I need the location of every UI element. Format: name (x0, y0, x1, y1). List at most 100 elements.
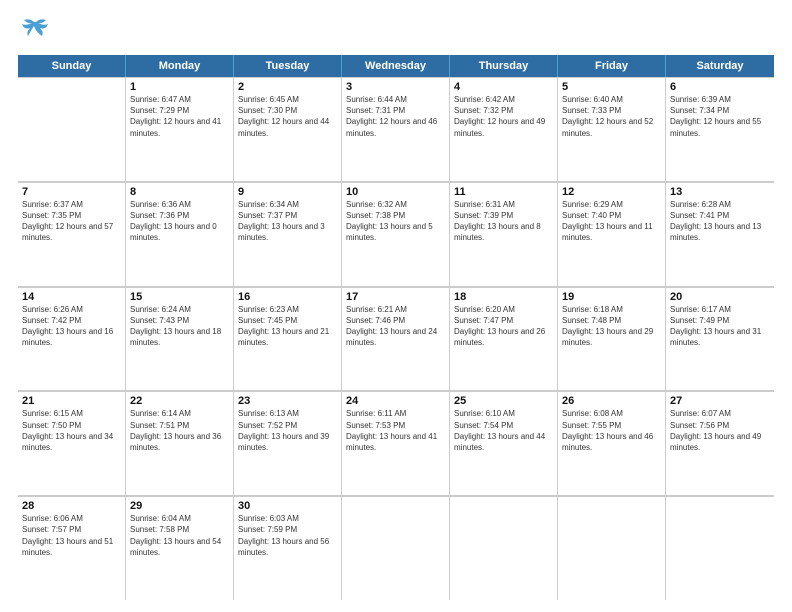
calendar-cell: 2Sunrise: 6:45 AMSunset: 7:30 PMDaylight… (234, 77, 342, 181)
cell-info: Sunrise: 6:39 AMSunset: 7:34 PMDaylight:… (670, 94, 770, 139)
cell-info: Sunrise: 6:13 AMSunset: 7:52 PMDaylight:… (238, 408, 337, 453)
calendar-cell: 7Sunrise: 6:37 AMSunset: 7:35 PMDaylight… (18, 182, 126, 286)
calendar-cell (18, 77, 126, 181)
cell-date-number: 5 (562, 81, 661, 93)
cell-date-number: 19 (562, 291, 661, 303)
calendar-cell: 9Sunrise: 6:34 AMSunset: 7:37 PMDaylight… (234, 182, 342, 286)
calendar-cell: 30Sunrise: 6:03 AMSunset: 7:59 PMDayligh… (234, 496, 342, 600)
calendar-cell: 8Sunrise: 6:36 AMSunset: 7:36 PMDaylight… (126, 182, 234, 286)
calendar-cell (558, 496, 666, 600)
calendar-cell: 16Sunrise: 6:23 AMSunset: 7:45 PMDayligh… (234, 287, 342, 391)
cell-date-number: 9 (238, 186, 337, 198)
calendar-header-thursday: Thursday (450, 55, 558, 77)
calendar-cell: 18Sunrise: 6:20 AMSunset: 7:47 PMDayligh… (450, 287, 558, 391)
calendar-header-sunday: Sunday (18, 55, 126, 77)
calendar-cell: 3Sunrise: 6:44 AMSunset: 7:31 PMDaylight… (342, 77, 450, 181)
cell-date-number: 3 (346, 81, 445, 93)
logo-bird-icon (22, 18, 50, 45)
cell-info: Sunrise: 6:45 AMSunset: 7:30 PMDaylight:… (238, 94, 337, 139)
calendar-cell (342, 496, 450, 600)
cell-date-number: 20 (670, 291, 770, 303)
calendar-week-3: 14Sunrise: 6:26 AMSunset: 7:42 PMDayligh… (18, 287, 774, 392)
calendar-cell: 11Sunrise: 6:31 AMSunset: 7:39 PMDayligh… (450, 182, 558, 286)
cell-date-number: 16 (238, 291, 337, 303)
calendar-cell: 4Sunrise: 6:42 AMSunset: 7:32 PMDaylight… (450, 77, 558, 181)
cell-info: Sunrise: 6:07 AMSunset: 7:56 PMDaylight:… (670, 408, 770, 453)
cell-date-number: 18 (454, 291, 553, 303)
cell-date-number: 27 (670, 395, 770, 407)
cell-date-number: 25 (454, 395, 553, 407)
calendar-cell: 13Sunrise: 6:28 AMSunset: 7:41 PMDayligh… (666, 182, 774, 286)
cell-info: Sunrise: 6:15 AMSunset: 7:50 PMDaylight:… (22, 408, 121, 453)
calendar-header-monday: Monday (126, 55, 234, 77)
cell-info: Sunrise: 6:47 AMSunset: 7:29 PMDaylight:… (130, 94, 229, 139)
cell-info: Sunrise: 6:32 AMSunset: 7:38 PMDaylight:… (346, 199, 445, 244)
calendar-header: SundayMondayTuesdayWednesdayThursdayFrid… (18, 55, 774, 77)
cell-info: Sunrise: 6:17 AMSunset: 7:49 PMDaylight:… (670, 304, 770, 349)
cell-date-number: 29 (130, 500, 229, 512)
cell-date-number: 15 (130, 291, 229, 303)
cell-info: Sunrise: 6:23 AMSunset: 7:45 PMDaylight:… (238, 304, 337, 349)
cell-date-number: 10 (346, 186, 445, 198)
cell-date-number: 24 (346, 395, 445, 407)
calendar-cell: 19Sunrise: 6:18 AMSunset: 7:48 PMDayligh… (558, 287, 666, 391)
calendar-cell: 25Sunrise: 6:10 AMSunset: 7:54 PMDayligh… (450, 391, 558, 495)
cell-info: Sunrise: 6:37 AMSunset: 7:35 PMDaylight:… (22, 199, 121, 244)
cell-info: Sunrise: 6:44 AMSunset: 7:31 PMDaylight:… (346, 94, 445, 139)
calendar-cell: 15Sunrise: 6:24 AMSunset: 7:43 PMDayligh… (126, 287, 234, 391)
cell-date-number: 21 (22, 395, 121, 407)
cell-date-number: 28 (22, 500, 121, 512)
cell-info: Sunrise: 6:21 AMSunset: 7:46 PMDaylight:… (346, 304, 445, 349)
calendar-cell: 27Sunrise: 6:07 AMSunset: 7:56 PMDayligh… (666, 391, 774, 495)
cell-date-number: 30 (238, 500, 337, 512)
calendar-cell: 28Sunrise: 6:06 AMSunset: 7:57 PMDayligh… (18, 496, 126, 600)
header (18, 18, 774, 45)
cell-info: Sunrise: 6:06 AMSunset: 7:57 PMDaylight:… (22, 513, 121, 558)
cell-info: Sunrise: 6:34 AMSunset: 7:37 PMDaylight:… (238, 199, 337, 244)
calendar-cell: 17Sunrise: 6:21 AMSunset: 7:46 PMDayligh… (342, 287, 450, 391)
calendar-cell: 29Sunrise: 6:04 AMSunset: 7:58 PMDayligh… (126, 496, 234, 600)
cell-date-number: 4 (454, 81, 553, 93)
cell-info: Sunrise: 6:20 AMSunset: 7:47 PMDaylight:… (454, 304, 553, 349)
calendar-cell: 6Sunrise: 6:39 AMSunset: 7:34 PMDaylight… (666, 77, 774, 181)
calendar-header-wednesday: Wednesday (342, 55, 450, 77)
calendar-cell: 14Sunrise: 6:26 AMSunset: 7:42 PMDayligh… (18, 287, 126, 391)
cell-info: Sunrise: 6:29 AMSunset: 7:40 PMDaylight:… (562, 199, 661, 244)
cell-info: Sunrise: 6:26 AMSunset: 7:42 PMDaylight:… (22, 304, 121, 349)
cell-info: Sunrise: 6:40 AMSunset: 7:33 PMDaylight:… (562, 94, 661, 139)
calendar-cell: 1Sunrise: 6:47 AMSunset: 7:29 PMDaylight… (126, 77, 234, 181)
cell-date-number: 1 (130, 81, 229, 93)
cell-info: Sunrise: 6:24 AMSunset: 7:43 PMDaylight:… (130, 304, 229, 349)
cell-date-number: 11 (454, 186, 553, 198)
cell-info: Sunrise: 6:11 AMSunset: 7:53 PMDaylight:… (346, 408, 445, 453)
cell-info: Sunrise: 6:04 AMSunset: 7:58 PMDaylight:… (130, 513, 229, 558)
calendar-cell: 21Sunrise: 6:15 AMSunset: 7:50 PMDayligh… (18, 391, 126, 495)
calendar-header-saturday: Saturday (666, 55, 774, 77)
calendar: SundayMondayTuesdayWednesdayThursdayFrid… (18, 55, 774, 600)
calendar-header-friday: Friday (558, 55, 666, 77)
calendar-week-5: 28Sunrise: 6:06 AMSunset: 7:57 PMDayligh… (18, 496, 774, 600)
logo (18, 18, 50, 45)
cell-info: Sunrise: 6:08 AMSunset: 7:55 PMDaylight:… (562, 408, 661, 453)
cell-info: Sunrise: 6:31 AMSunset: 7:39 PMDaylight:… (454, 199, 553, 244)
cell-info: Sunrise: 6:42 AMSunset: 7:32 PMDaylight:… (454, 94, 553, 139)
calendar-cell: 10Sunrise: 6:32 AMSunset: 7:38 PMDayligh… (342, 182, 450, 286)
cell-info: Sunrise: 6:28 AMSunset: 7:41 PMDaylight:… (670, 199, 770, 244)
calendar-cell: 23Sunrise: 6:13 AMSunset: 7:52 PMDayligh… (234, 391, 342, 495)
cell-info: Sunrise: 6:10 AMSunset: 7:54 PMDaylight:… (454, 408, 553, 453)
cell-date-number: 6 (670, 81, 770, 93)
calendar-cell: 5Sunrise: 6:40 AMSunset: 7:33 PMDaylight… (558, 77, 666, 181)
cell-date-number: 7 (22, 186, 121, 198)
cell-date-number: 12 (562, 186, 661, 198)
calendar-week-2: 7Sunrise: 6:37 AMSunset: 7:35 PMDaylight… (18, 182, 774, 287)
calendar-body: 1Sunrise: 6:47 AMSunset: 7:29 PMDaylight… (18, 77, 774, 600)
calendar-cell: 24Sunrise: 6:11 AMSunset: 7:53 PMDayligh… (342, 391, 450, 495)
calendar-cell: 26Sunrise: 6:08 AMSunset: 7:55 PMDayligh… (558, 391, 666, 495)
cell-date-number: 2 (238, 81, 337, 93)
calendar-cell (666, 496, 774, 600)
cell-date-number: 22 (130, 395, 229, 407)
cell-date-number: 13 (670, 186, 770, 198)
cell-info: Sunrise: 6:03 AMSunset: 7:59 PMDaylight:… (238, 513, 337, 558)
cell-date-number: 14 (22, 291, 121, 303)
cell-date-number: 26 (562, 395, 661, 407)
